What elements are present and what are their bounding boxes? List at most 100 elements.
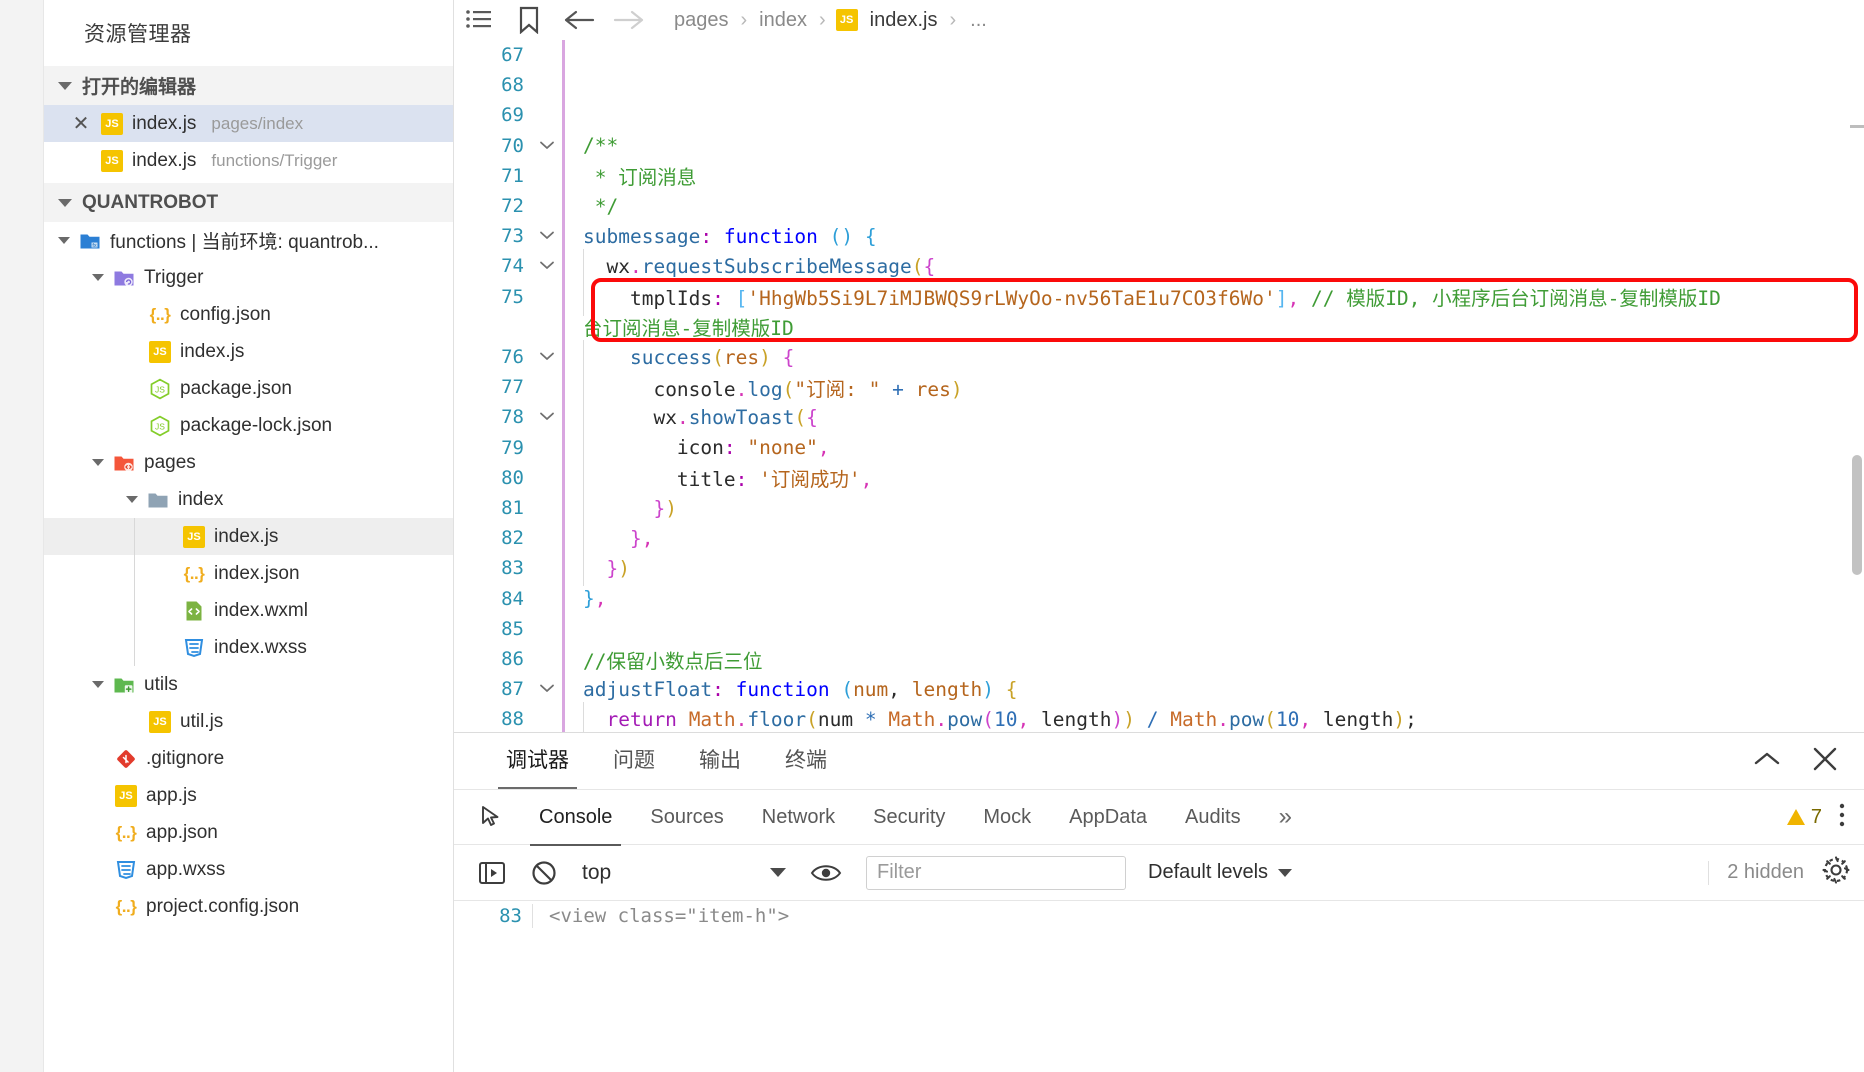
breadcrumb: pages › index › JS index.js › ... [670, 9, 987, 32]
tree-item-util.js[interactable]: JS util.js [44, 703, 453, 740]
warning-count-badge[interactable]: 7 [1786, 806, 1822, 829]
js-file-icon: JS [149, 710, 171, 733]
fold-chevron-icon[interactable] [532, 409, 562, 425]
tab-output[interactable]: 输出 [677, 733, 763, 789]
code-token: . [935, 707, 948, 731]
tree-item-.gitignore[interactable]: .gitignore [44, 740, 453, 777]
tab-appdata[interactable]: AppData [1050, 789, 1166, 845]
console-context-select[interactable]: top [570, 861, 800, 885]
chevron-down-icon[interactable] [92, 274, 104, 281]
code-text: submessage: function () { [565, 225, 877, 248]
gear-icon[interactable] [1822, 856, 1850, 889]
chevron-down-icon[interactable] [58, 237, 70, 244]
tab-console[interactable]: Console [520, 789, 631, 846]
tree-item-index.json[interactable]: {..} index.json [44, 555, 453, 592]
fold-chevron-icon[interactable] [532, 228, 562, 244]
wxss-file-icon [115, 859, 137, 881]
close-icon[interactable]: ✕ [70, 111, 92, 136]
close-icon[interactable] [1812, 746, 1838, 777]
eye-icon[interactable] [800, 845, 852, 901]
code-token: "none" [747, 436, 818, 460]
code-line-77: 77 console.log("订阅: " + res) [454, 372, 1864, 403]
run-icon[interactable] [466, 845, 518, 901]
back-arrow-icon[interactable] [554, 0, 604, 40]
fold-chevron-icon[interactable] [532, 681, 562, 697]
breadcrumb-item-index-js[interactable]: index.js [866, 9, 942, 32]
tab-terminal[interactable]: 终端 [763, 733, 849, 789]
tab-network[interactable]: Network [743, 789, 854, 845]
chevron-down-icon[interactable] [92, 681, 104, 688]
chevron-down-icon[interactable] [92, 459, 104, 466]
tree-item-index.wxml[interactable]: index.wxml [44, 592, 453, 629]
code-token: Math [888, 707, 936, 731]
code-token: length [1041, 707, 1112, 731]
indent-guide [583, 406, 653, 429]
open-editors-section-header[interactable]: 打开的编辑器 [44, 66, 453, 105]
open-editor-item-index-js-pages[interactable]: ✕ JS index.js pages/index [44, 105, 453, 142]
tree-item-package.json[interactable]: JS package.json [44, 370, 453, 407]
breadcrumb-overflow[interactable]: ... [964, 9, 987, 32]
log-levels-select[interactable]: Default levels [1148, 861, 1293, 884]
breadcrumb-item-index[interactable]: index [755, 9, 811, 32]
kebab-menu-icon[interactable] [1838, 801, 1846, 834]
tree-item-index.wxss[interactable]: index.wxss [44, 629, 453, 666]
tab-mock[interactable]: Mock [964, 789, 1050, 845]
code-text: return Math.floor(num * Math.pow(10, len… [565, 707, 1416, 731]
tab-audits[interactable]: Audits [1166, 789, 1260, 845]
tree-item-project.config.json[interactable]: {..} project.config.json [44, 888, 453, 925]
breadcrumb-item-pages[interactable]: pages [670, 9, 733, 32]
code-token: [ [735, 287, 748, 311]
tab-debugger[interactable]: 调试器 [484, 733, 591, 789]
code-token: . [629, 254, 642, 278]
tab-security[interactable]: Security [854, 789, 964, 845]
list-icon[interactable] [454, 0, 504, 40]
tree-item-app.json[interactable]: {..} app.json [44, 814, 453, 851]
folder-icon [147, 489, 169, 511]
tree-item-pages[interactable]: pages [44, 444, 453, 481]
chevron-up-icon[interactable] [1752, 749, 1782, 774]
code-token: : [712, 287, 724, 311]
code-token: ] [1275, 287, 1288, 311]
bookmark-icon[interactable] [504, 0, 554, 40]
line-number: 79 [501, 436, 524, 459]
code-text: }, [565, 527, 654, 550]
fold-chevron-icon[interactable] [532, 138, 562, 154]
tree-item-index[interactable]: index [44, 481, 453, 518]
tab-problems[interactable]: 问题 [591, 733, 677, 789]
project-section-header[interactable]: QUANTROBOT [44, 183, 453, 222]
tree-item-package-lock.json[interactable]: JS package-lock.json [44, 407, 453, 444]
clear-console-icon[interactable] [518, 845, 570, 901]
tree-item-trigger[interactable]: Trigger [44, 259, 453, 296]
editor-scrollbar[interactable] [1850, 40, 1864, 742]
line-number: 87 [501, 678, 524, 701]
svg-text:JS: JS [155, 421, 165, 431]
tree-item-label: app.wxss [146, 858, 226, 880]
console-output[interactable]: 83 <view class="item-h"> [454, 901, 1864, 1072]
chevron-down-icon[interactable] [126, 496, 138, 503]
tree-item-app.wxss[interactable]: app.wxss [44, 851, 453, 888]
tree-item-functionsquantrob...[interactable]: fx functions | 当前环境: quantrob... [44, 222, 453, 259]
tree-item-utils[interactable]: utils [44, 666, 453, 703]
tree-item-index.js[interactable]: JS index.js [44, 518, 453, 555]
code-token: Math [688, 707, 736, 731]
filter-input[interactable]: Filter [866, 855, 1126, 890]
open-editor-item-index-js-functions[interactable]: JS index.js functions/Trigger [44, 142, 453, 179]
tab-overflow-icon[interactable]: » [1260, 789, 1311, 845]
fold-chevron-icon[interactable] [532, 258, 562, 274]
fold-chevron-icon[interactable] [532, 349, 562, 365]
tree-item-app.js[interactable]: JS app.js [44, 777, 453, 814]
inspect-element-icon[interactable] [464, 804, 520, 830]
tab-sources[interactable]: Sources [631, 789, 742, 845]
indent-guide [583, 287, 630, 310]
open-editors-label: 打开的编辑器 [82, 77, 197, 98]
tree-item-index.js[interactable]: JS index.js [44, 333, 453, 370]
code-editor[interactable]: 67 68 69 70/** 71 * 订阅消息 72 */73 submessage: f… [454, 40, 1864, 732]
tree-item-config.json[interactable]: {..} config.json [44, 296, 453, 333]
scrollbar-thumb[interactable] [1852, 455, 1862, 575]
code-token: * 订阅消息 [583, 166, 697, 190]
